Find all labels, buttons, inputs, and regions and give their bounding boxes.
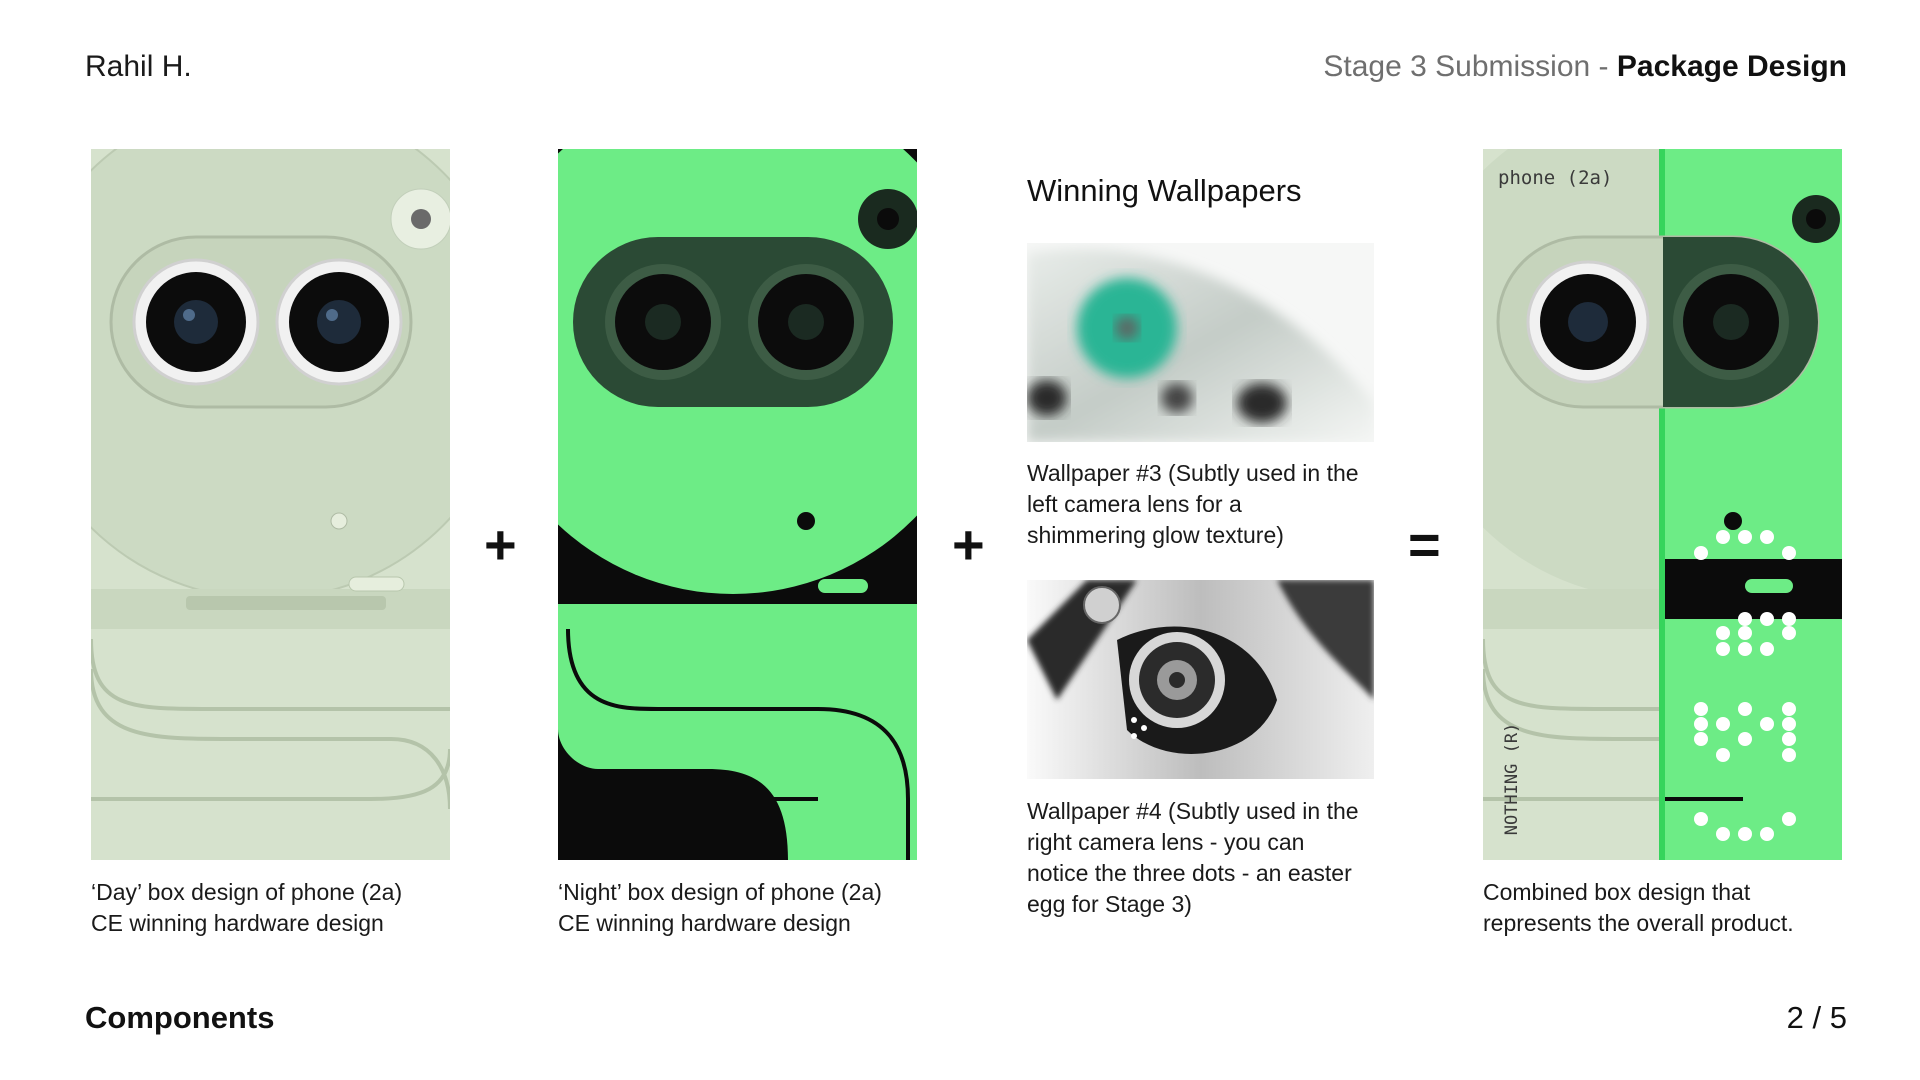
- phone-label: phone (2a): [1498, 167, 1613, 189]
- wallpapers-title: Winning Wallpapers: [1027, 173, 1302, 208]
- caption-line: CE winning hardware design: [91, 910, 384, 936]
- page-indicator: 2 / 5: [1786, 1000, 1847, 1035]
- brand-label: NOTHING (R): [1502, 722, 1522, 836]
- combined-box-caption: Combined box design that represents the …: [1483, 877, 1794, 939]
- caption-line: left camera lens for a: [1027, 491, 1242, 517]
- plus-operator: +: [952, 513, 985, 576]
- night-box-image: [558, 149, 917, 860]
- section-label: Components: [85, 1000, 275, 1035]
- wallpaper-3-image: [1027, 243, 1374, 442]
- stage-title: Package Design: [1616, 50, 1847, 83]
- caption-line: CE winning hardware design: [558, 910, 851, 936]
- caption-line: ‘Day’ box design of phone (2a): [91, 879, 403, 905]
- caption-line: egg for Stage 3): [1027, 891, 1192, 917]
- caption-line: Combined box design that: [1483, 879, 1751, 905]
- caption-line: Wallpaper #3 (Subtly used in the: [1027, 460, 1359, 486]
- equals-operator: =: [1408, 513, 1441, 576]
- plus-operator: +: [484, 513, 517, 576]
- caption-line: Wallpaper #4 (Subtly used in the: [1027, 798, 1359, 824]
- caption-line: represents the overall product.: [1483, 910, 1794, 936]
- wallpaper-4-image: [1027, 580, 1374, 779]
- combined-box-image: phone (2a) NOTHING (R): [1483, 149, 1842, 860]
- wallpaper-3-caption: Wallpaper #3 (Subtly used in the left ca…: [1027, 458, 1359, 551]
- caption-line: shimmering glow texture): [1027, 522, 1284, 548]
- stage-prefix: Stage 3 Submission -: [1323, 50, 1617, 83]
- caption-line: notice the three dots - an easter: [1027, 860, 1352, 886]
- page-title: Stage 3 Submission - Package Design: [1323, 50, 1847, 84]
- wallpaper-4-caption: Wallpaper #4 (Subtly used in the right c…: [1027, 796, 1359, 920]
- day-box-caption: ‘Day’ box design of phone (2a) CE winnin…: [91, 877, 402, 939]
- caption-line: ‘Night’ box design of phone (2a): [558, 879, 882, 905]
- night-box-caption: ‘Night’ box design of phone (2a) CE winn…: [558, 877, 882, 939]
- day-box-image: [91, 149, 450, 860]
- caption-line: right camera lens - you can: [1027, 829, 1305, 855]
- author-name: Rahil H.: [85, 50, 192, 83]
